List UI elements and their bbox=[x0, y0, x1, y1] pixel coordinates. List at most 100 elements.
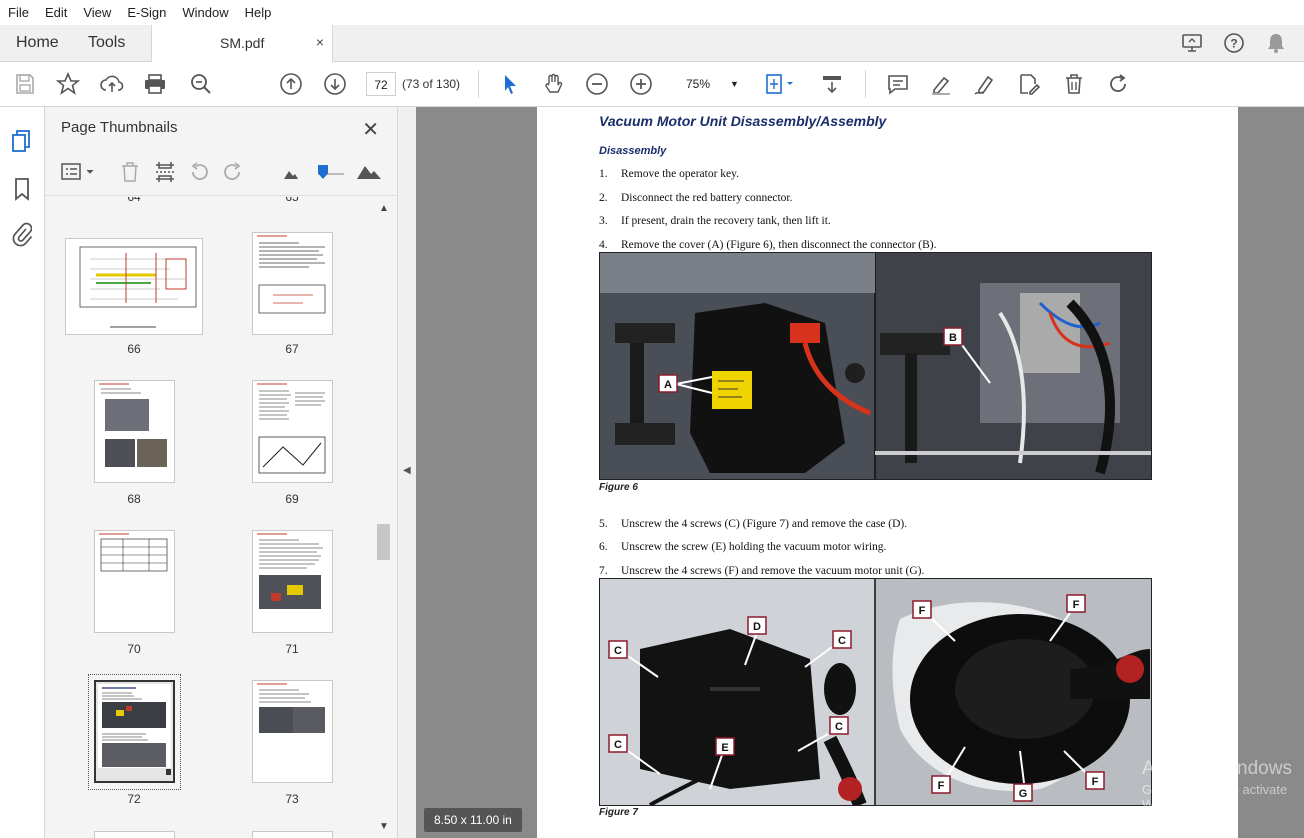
select-cursor-icon[interactable] bbox=[498, 72, 522, 96]
toolbar-divider bbox=[865, 70, 866, 98]
thumbnail-page-71[interactable] bbox=[252, 530, 333, 633]
save-icon[interactable] bbox=[13, 72, 37, 96]
thumbnail-page-partial[interactable] bbox=[94, 831, 175, 838]
tab-tools[interactable]: Tools bbox=[88, 25, 125, 61]
draw-signature-icon[interactable] bbox=[973, 72, 997, 96]
scroll-down-icon[interactable]: ▼ bbox=[379, 821, 389, 832]
callout-f: F bbox=[938, 780, 945, 792]
thumbnail-label: 73 bbox=[285, 792, 299, 806]
rotate-counterclockwise-icon[interactable] bbox=[188, 161, 210, 188]
large-thumbnails-icon[interactable] bbox=[356, 162, 382, 185]
thumbnail-label: 67 bbox=[285, 342, 299, 356]
left-navigation-rail bbox=[0, 107, 45, 838]
tab-home[interactable]: Home bbox=[16, 25, 59, 61]
thumbnail-page-68[interactable] bbox=[94, 380, 175, 483]
figure-7-caption: Figure 7 bbox=[599, 807, 638, 818]
help-icon[interactable]: ? bbox=[1222, 31, 1246, 55]
thumbnail-page-70[interactable] bbox=[94, 530, 175, 633]
menu-esign[interactable]: E-Sign bbox=[119, 5, 174, 20]
page-thumbnails-icon[interactable] bbox=[11, 129, 33, 158]
menu-help[interactable]: Help bbox=[237, 5, 280, 20]
delete-page-icon[interactable] bbox=[120, 161, 140, 188]
figure-6-photo: A B bbox=[599, 252, 1152, 480]
thumbnail-page-67[interactable] bbox=[252, 232, 333, 335]
next-page-icon[interactable] bbox=[323, 72, 347, 96]
menu-edit[interactable]: Edit bbox=[37, 5, 75, 20]
tab-document[interactable]: SM.pdf × bbox=[151, 25, 333, 62]
extract-page-icon[interactable] bbox=[154, 161, 176, 188]
page-thumbnails-panel: Page Thumbnails ✕ 64 65 66 67 68 69 70 7… bbox=[45, 107, 398, 838]
small-thumbnails-icon[interactable] bbox=[283, 167, 299, 185]
thumbnail-page-72[interactable] bbox=[94, 680, 175, 783]
menu-bar: File Edit View E-Sign Window Help bbox=[0, 0, 1304, 25]
thumbnail-label: 72 bbox=[127, 792, 141, 806]
callout-c: C bbox=[838, 635, 846, 647]
document-viewer[interactable]: Vacuum Motor Unit Disassembly/Assembly D… bbox=[416, 107, 1304, 838]
windows-activation-watermark: Activate Windows Go to Settings to activ… bbox=[1142, 758, 1304, 812]
callout-b: B bbox=[949, 332, 957, 344]
callout-f: F bbox=[1092, 776, 1099, 788]
scroll-up-icon[interactable]: ▲ bbox=[379, 203, 389, 214]
rotate-icon[interactable] bbox=[1106, 72, 1130, 96]
close-panel-icon[interactable]: ✕ bbox=[362, 117, 379, 142]
upload-cloud-icon[interactable] bbox=[100, 72, 124, 96]
thumbnail-label: 68 bbox=[127, 492, 141, 506]
step-item: 3. If present, drain the recovery tank, t… bbox=[599, 215, 831, 227]
thumbnail-scrollbar[interactable]: ▲ ▼ bbox=[375, 197, 393, 838]
tab-close-icon[interactable]: × bbox=[316, 34, 324, 50]
slider-handle[interactable] bbox=[318, 165, 328, 179]
step-item: 7. Unscrew the 4 screws (F) and remove th… bbox=[599, 565, 925, 577]
zoom-out-icon[interactable] bbox=[585, 72, 609, 96]
callout-f: F bbox=[1073, 599, 1080, 611]
panel-title: Page Thumbnails bbox=[61, 119, 178, 136]
print-icon[interactable] bbox=[143, 72, 167, 96]
bookmarks-icon[interactable] bbox=[13, 177, 31, 206]
step-item: 6. Unscrew the screw (E) holding the vacu… bbox=[599, 541, 887, 553]
thumbnail-page-73[interactable] bbox=[252, 680, 333, 783]
fit-page-icon[interactable] bbox=[764, 72, 793, 96]
thumbnail-page-partial[interactable] bbox=[252, 831, 333, 838]
hand-tool-icon[interactable] bbox=[541, 72, 565, 96]
collapse-arrow-icon[interactable]: ◀ bbox=[403, 465, 411, 476]
comment-icon[interactable] bbox=[886, 72, 910, 96]
menu-file[interactable]: File bbox=[0, 5, 37, 20]
thumbnail-label: 69 bbox=[285, 492, 299, 506]
toolbar-divider bbox=[478, 70, 479, 98]
callout-e: E bbox=[721, 742, 728, 754]
thumbnail-label: 64 bbox=[127, 197, 141, 204]
menu-view[interactable]: View bbox=[75, 5, 119, 20]
main-toolbar: 72 (73 of 130) 75% ▼ bbox=[0, 62, 1304, 107]
scrollbar-thumb[interactable] bbox=[377, 524, 390, 560]
page-number-input[interactable]: 72 bbox=[366, 72, 396, 96]
zoom-select[interactable]: 75% ▼ bbox=[676, 72, 746, 96]
figure-7-photo: C D C C C E F F F G F bbox=[599, 578, 1152, 806]
section-subheading: Disassembly bbox=[599, 145, 667, 157]
menu-window[interactable]: Window bbox=[174, 5, 236, 20]
thumbnail-page-69[interactable] bbox=[252, 380, 333, 483]
callout-f: F bbox=[919, 605, 926, 617]
bookmark-star-icon[interactable] bbox=[55, 71, 81, 96]
panel-collapse-handle[interactable]: ◀ bbox=[398, 107, 416, 838]
thumbnail-label: 65 bbox=[285, 197, 299, 204]
previous-page-icon[interactable] bbox=[279, 72, 303, 96]
watermark-line-1: Activate Windows bbox=[1142, 758, 1292, 779]
step-item: 2. Disconnect the red battery connector. bbox=[599, 192, 793, 204]
rotate-clockwise-icon[interactable] bbox=[222, 161, 244, 188]
attachments-paperclip-icon[interactable] bbox=[12, 221, 33, 252]
tab-document-title: SM.pdf bbox=[220, 35, 265, 51]
thumbnail-page-66[interactable] bbox=[65, 238, 203, 335]
callout-d: D bbox=[753, 621, 761, 633]
callout-c: C bbox=[614, 645, 622, 657]
thumbnail-options-icon[interactable] bbox=[61, 162, 97, 187]
zoom-search-icon[interactable] bbox=[189, 72, 213, 96]
edit-document-icon[interactable] bbox=[1017, 72, 1041, 96]
delete-trash-icon[interactable] bbox=[1062, 72, 1086, 96]
notification-bell-icon[interactable] bbox=[1264, 31, 1288, 55]
svg-text:?: ? bbox=[1230, 37, 1237, 51]
zoom-in-icon[interactable] bbox=[629, 72, 653, 96]
watermark-line-2: Go to Settings to activate Windows. bbox=[1142, 782, 1288, 812]
scroll-mode-icon[interactable] bbox=[820, 72, 844, 96]
callout-g: G bbox=[1019, 788, 1028, 800]
highlight-pen-icon[interactable] bbox=[929, 72, 953, 96]
share-screen-icon[interactable] bbox=[1180, 31, 1204, 55]
